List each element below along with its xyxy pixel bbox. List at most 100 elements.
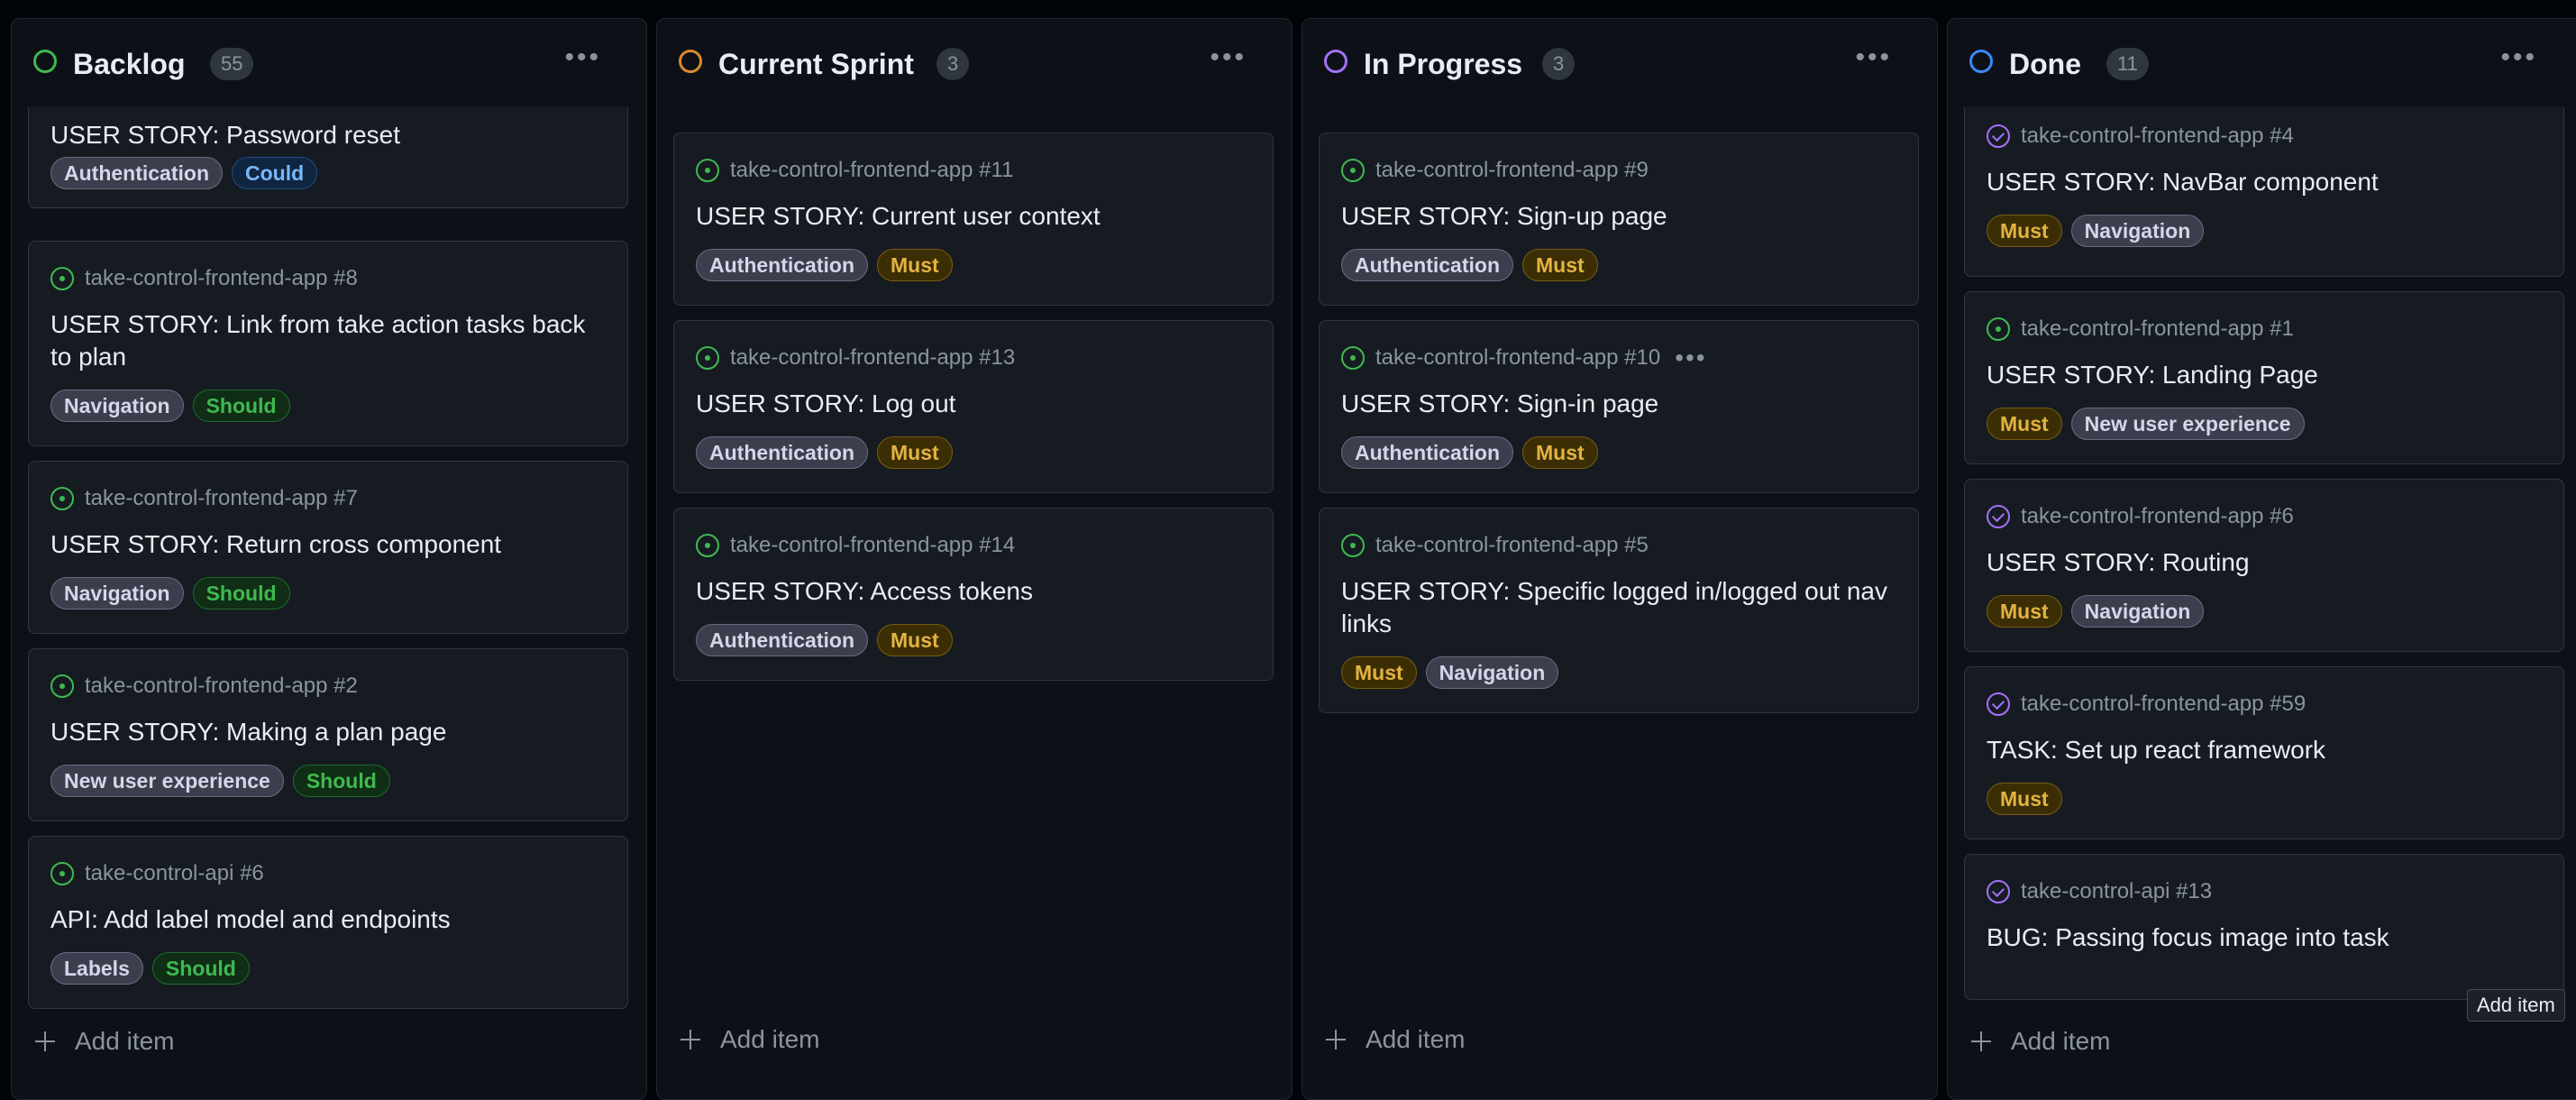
card-item[interactable]: take-control-frontend-app #4 USER STORY:… bbox=[1964, 107, 2564, 277]
card-labels: New user experience Should bbox=[50, 765, 390, 797]
card-labels: Must bbox=[1987, 783, 2062, 815]
card-menu-button[interactable]: ••• bbox=[1675, 345, 1706, 371]
label-badge: Navigation bbox=[50, 577, 184, 610]
column-menu-button[interactable]: ••• bbox=[564, 44, 601, 71]
open-issue-icon bbox=[696, 346, 719, 370]
card-ref[interactable]: take-control-frontend-app #2 bbox=[85, 674, 358, 699]
card-ref[interactable]: take-control-api #6 bbox=[85, 861, 264, 886]
card-labels: Authentication Must bbox=[1341, 436, 1598, 469]
open-issue-icon bbox=[50, 674, 74, 698]
card-labels: Authentication Must bbox=[696, 624, 953, 656]
card-item[interactable]: take-control-frontend-app #10 ••• USER ST… bbox=[1319, 320, 1919, 493]
card-title[interactable]: USER STORY: Making a plan page bbox=[50, 716, 606, 748]
open-issue-icon bbox=[1341, 534, 1365, 557]
label-badge: Should bbox=[292, 765, 390, 797]
card-title[interactable]: USER STORY: Link from take action tasks … bbox=[50, 308, 606, 373]
label-badge: New user experience bbox=[50, 765, 284, 797]
label-badge: Authentication bbox=[50, 157, 223, 189]
column-header: Done 11 ••• bbox=[1948, 19, 2576, 107]
card-item[interactable]: take-control-frontend-app #59 TASK: Set … bbox=[1964, 666, 2564, 839]
card-ref[interactable]: take-control-frontend-app #59 bbox=[2021, 692, 2306, 717]
card-ref[interactable]: take-control-frontend-app #13 bbox=[730, 345, 1015, 371]
card-labels: Navigation Should bbox=[50, 577, 290, 610]
card-title[interactable]: USER STORY: Routing bbox=[1987, 546, 2542, 579]
card-ref[interactable]: take-control-frontend-app #9 bbox=[1375, 158, 1649, 183]
card-title[interactable]: USER STORY: Sign-up page bbox=[1341, 200, 1896, 233]
card-ref[interactable]: take-control-frontend-app #8 bbox=[85, 266, 358, 291]
column-done: take-control-frontend-app #4 USER STORY:… bbox=[1947, 18, 2576, 1100]
card-ref[interactable]: take-control-frontend-app #4 bbox=[2021, 124, 2294, 149]
card-item[interactable]: take-control-frontend-app #6 USER STORY:… bbox=[1964, 479, 2564, 652]
card-labels: Must Navigation bbox=[1987, 215, 2205, 247]
card-title[interactable]: USER STORY: Return cross component bbox=[50, 528, 606, 561]
card-ref[interactable]: take-control-frontend-app #10 bbox=[1375, 345, 1660, 371]
card-meta: take-control-frontend-app #6 bbox=[1987, 503, 2294, 530]
column-cards: take-control-frontend-app #4 USER STORY:… bbox=[1948, 107, 2576, 1099]
card-title[interactable]: USER STORY: NavBar component bbox=[1987, 166, 2542, 198]
card-ref[interactable]: take-control-frontend-app #1 bbox=[2021, 316, 2294, 342]
card-meta: take-control-frontend-app #2 bbox=[50, 673, 358, 700]
column-header: Backlog 55 ••• bbox=[12, 19, 646, 107]
card-item[interactable]: take-control-frontend-app #13 USER STORY… bbox=[673, 320, 1274, 493]
card-item[interactable]: USER STORY: Password reset Authenticatio… bbox=[28, 107, 628, 208]
card-item[interactable]: take-control-frontend-app #14 USER STORY… bbox=[673, 508, 1274, 681]
label-badge: Authentication bbox=[696, 624, 868, 656]
open-issue-icon bbox=[1341, 346, 1365, 370]
card-item[interactable]: take-control-frontend-app #5 USER STORY:… bbox=[1319, 508, 1919, 713]
add-item-label: Add item bbox=[75, 1027, 175, 1055]
label-badge: Must bbox=[1522, 249, 1598, 281]
card-title[interactable]: BUG: Passing focus image into task bbox=[1987, 921, 2542, 954]
card-title[interactable]: USER STORY: Access tokens bbox=[696, 575, 1251, 608]
card-labels: Must Navigation bbox=[1341, 656, 1559, 689]
card-ref[interactable]: take-control-api #13 bbox=[2021, 879, 2212, 904]
label-badge: Authentication bbox=[696, 249, 868, 281]
column-title: In Progress bbox=[1364, 48, 1523, 80]
card-item[interactable]: take-control-api #13 BUG: Passing focus … bbox=[1964, 854, 2564, 1000]
column-menu-button[interactable]: ••• bbox=[1855, 44, 1892, 71]
card-meta: take-control-frontend-app #59 bbox=[1987, 691, 2306, 718]
add-item-tooltip: Add item bbox=[2467, 989, 2565, 1022]
card-item[interactable]: take-control-frontend-app #7 USER STORY:… bbox=[28, 461, 628, 634]
card-title[interactable]: USER STORY: Specific logged in/logged ou… bbox=[1341, 575, 1896, 640]
card-item[interactable]: take-control-frontend-app #11 USER STORY… bbox=[673, 133, 1274, 306]
column-title: Done bbox=[2009, 48, 2081, 80]
card-meta: take-control-frontend-app #1 bbox=[1987, 316, 2294, 343]
card-item[interactable]: take-control-frontend-app #9 USER STORY:… bbox=[1319, 133, 1919, 306]
item-count-badge: 3 bbox=[1542, 48, 1576, 80]
label-badge: Authentication bbox=[1341, 436, 1513, 469]
card-item[interactable]: take-control-api #6 API: Add label model… bbox=[28, 836, 628, 1009]
label-badge: Must bbox=[1987, 783, 2062, 815]
card-ref[interactable]: take-control-frontend-app #7 bbox=[85, 486, 358, 511]
card-title[interactable]: USER STORY: Log out bbox=[696, 388, 1251, 420]
card-title[interactable]: USER STORY: Landing Page bbox=[1987, 359, 2542, 391]
card-item[interactable]: take-control-frontend-app #1 USER STORY:… bbox=[1964, 291, 2564, 464]
card-item[interactable]: take-control-frontend-app #2 USER STORY:… bbox=[28, 648, 628, 821]
card-ref[interactable]: take-control-frontend-app #5 bbox=[1375, 533, 1649, 558]
card-title[interactable]: USER STORY: Current user context bbox=[696, 200, 1251, 233]
column-in-progress: take-control-frontend-app #9 USER STORY:… bbox=[1302, 18, 1938, 1100]
card-labels: Must New user experience bbox=[1987, 408, 2305, 440]
column-menu-button[interactable]: ••• bbox=[2500, 44, 2537, 71]
add-item-button[interactable]: Add item bbox=[1971, 1023, 2111, 1059]
card-ref[interactable]: take-control-frontend-app #14 bbox=[730, 533, 1015, 558]
open-issue-icon bbox=[50, 487, 74, 510]
card-labels: Authentication Must bbox=[696, 249, 953, 281]
card-ref[interactable]: take-control-frontend-app #11 bbox=[730, 158, 1013, 183]
card-title[interactable]: TASK: Set up react framework bbox=[1987, 734, 2542, 766]
label-badge: Must bbox=[1341, 656, 1417, 689]
open-issue-icon bbox=[696, 534, 719, 557]
column-backlog: USER STORY: Password reset Authenticatio… bbox=[11, 18, 647, 1100]
label-badge: New user experience bbox=[2070, 408, 2305, 440]
column-menu-button[interactable]: ••• bbox=[1210, 44, 1247, 71]
card-ref[interactable]: take-control-frontend-app #6 bbox=[2021, 504, 2294, 529]
card-title[interactable]: USER STORY: Sign-in page bbox=[1341, 388, 1896, 420]
column-cards: take-control-frontend-app #11 USER STORY… bbox=[657, 107, 1292, 1099]
card-title[interactable]: API: Add label model and endpoints bbox=[50, 903, 606, 936]
add-item-button[interactable]: Add item bbox=[681, 1022, 820, 1058]
card-title[interactable]: USER STORY: Password reset bbox=[50, 119, 606, 151]
add-item-button[interactable]: Add item bbox=[1326, 1022, 1466, 1058]
card-item[interactable]: take-control-frontend-app #8 USER STORY:… bbox=[28, 241, 628, 446]
column-title: Backlog bbox=[73, 48, 186, 80]
add-item-button[interactable]: Add item bbox=[35, 1023, 175, 1059]
item-count-badge: 55 bbox=[210, 48, 254, 80]
